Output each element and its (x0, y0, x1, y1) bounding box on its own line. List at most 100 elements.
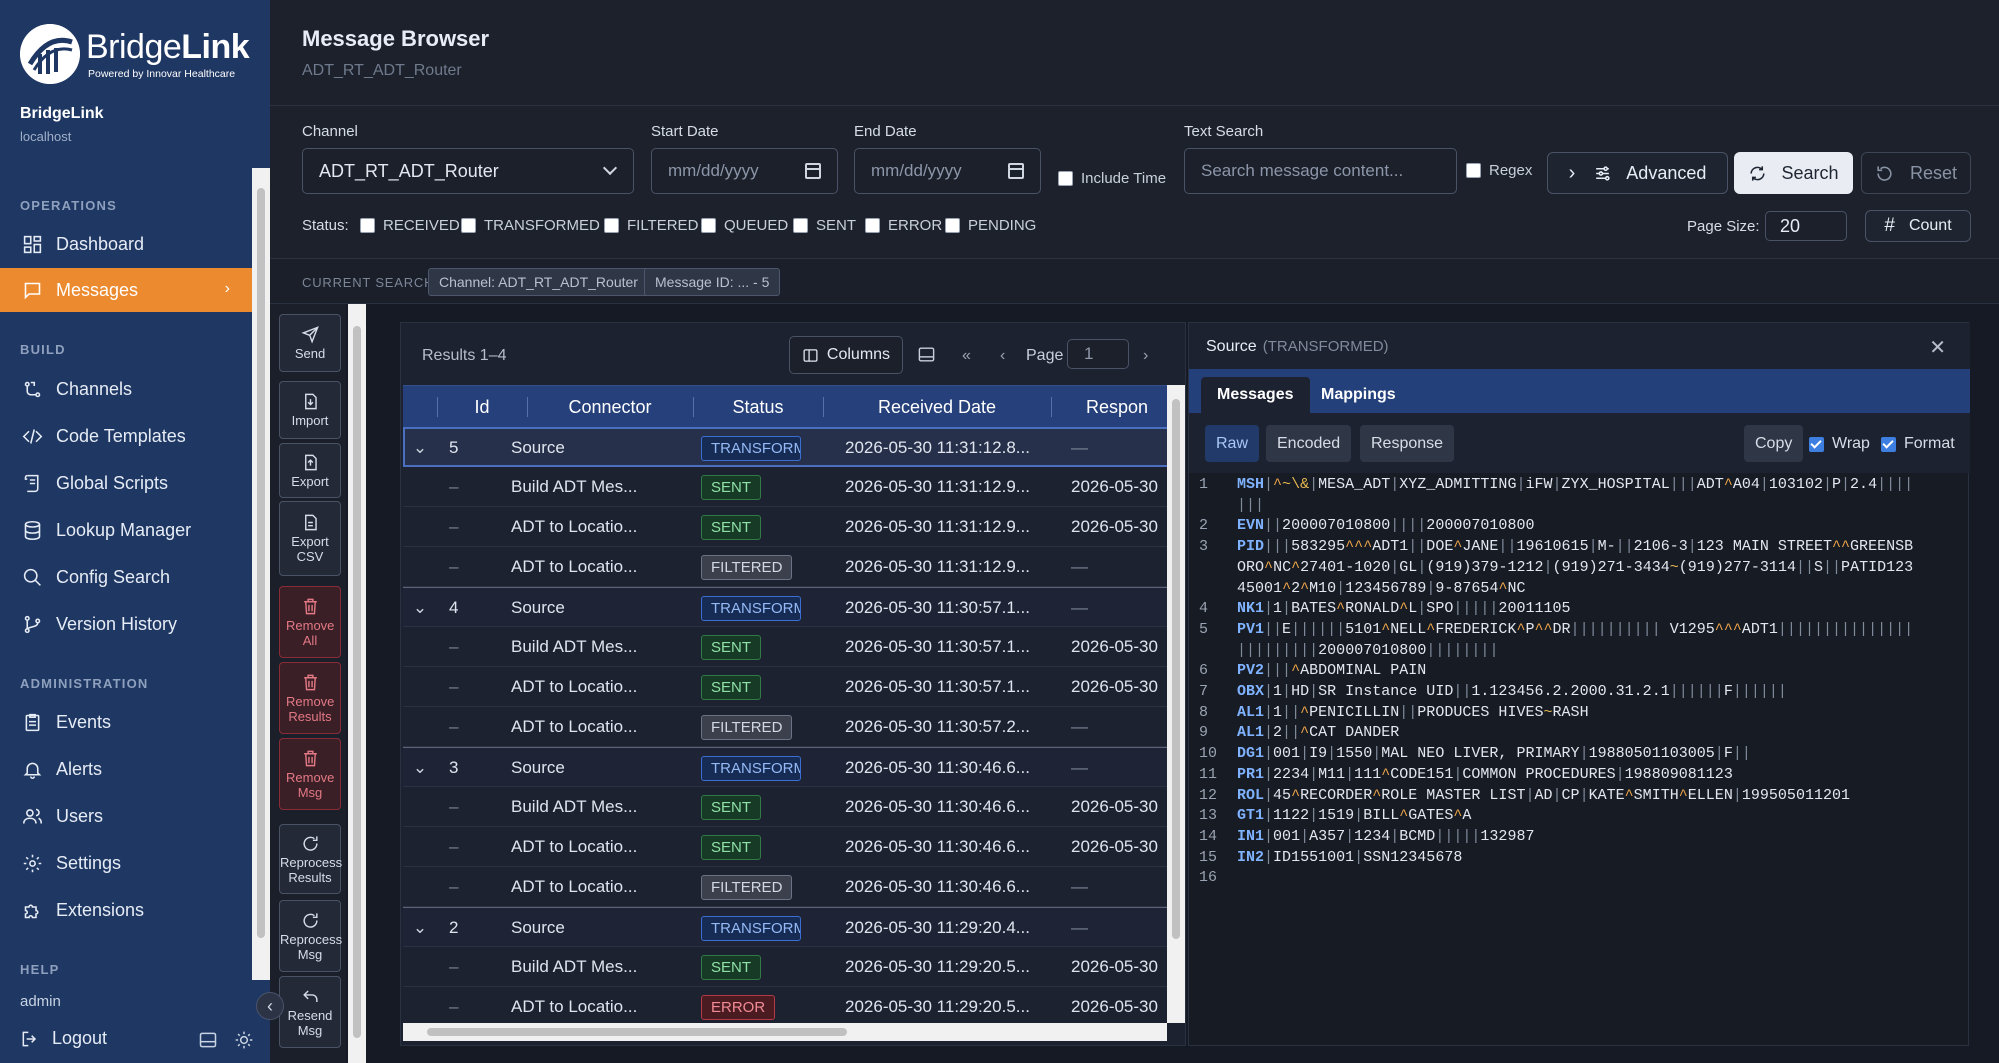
sidebar-item-global-scripts[interactable]: Global Scripts (0, 461, 252, 505)
table-row[interactable]: ⌄ 2 Source TRANSFORMED 2026-05-30 11:29:20.4… (403, 907, 1167, 947)
checkbox-box[interactable] (461, 218, 476, 233)
status-checkbox-filtered[interactable]: FILTERED (604, 217, 698, 234)
end-date-input[interactable]: mm/dd/yyyy (854, 148, 1041, 194)
checkbox-box[interactable] (865, 218, 880, 233)
mode-response-button[interactable]: Response (1360, 425, 1455, 462)
chevron-down-icon[interactable]: ⌄ (403, 908, 437, 948)
table-row[interactable]: – ADT to Locatio... FILTERED 2026-05-30 11:… (403, 707, 1167, 747)
table-row[interactable]: – Build ADT Mes... SENT 2026-05-30 11:30:57… (403, 627, 1167, 667)
logout-button[interactable]: Logout (20, 1028, 107, 1049)
reprocess-results-button[interactable]: Reprocess Results (279, 824, 342, 894)
search-chip-message-id[interactable]: Message ID: ... - 5 (644, 268, 781, 296)
text-search-input[interactable]: Search message content... (1184, 148, 1457, 194)
reprocess-msg-button[interactable]: Reprocess Msg (279, 900, 342, 972)
export-button[interactable]: Export (279, 443, 341, 498)
column-header-received-date[interactable]: Received Date (823, 386, 1051, 428)
table-row[interactable]: ⌄ 4 Source TRANSFORMED 2026-05-30 11:30:57.1… (403, 587, 1167, 627)
prev-page-icon[interactable]: ‹ (1000, 347, 1005, 365)
results-hscroll-thumb[interactable] (427, 1028, 847, 1036)
tab-mappings[interactable]: Mappings (1305, 377, 1412, 413)
table-row[interactable]: ⌄ 5 Source TRANSFORMED 2026-05-30 11:31:12.8… (403, 427, 1167, 467)
status-checkbox-received[interactable]: RECEIVED (360, 217, 460, 234)
table-row[interactable]: – ADT to Locatio... SENT 2026-05-30 11:31:1… (403, 507, 1167, 547)
sidebar-item-alerts[interactable]: Alerts (0, 747, 252, 791)
panel-bottom-icon[interactable] (917, 345, 936, 364)
wrap-checkbox[interactable]: Wrap (1809, 435, 1870, 453)
checkbox-checked[interactable] (1809, 436, 1824, 452)
sidebar-item-messages[interactable]: Messages › (0, 268, 252, 312)
checkbox-box[interactable] (945, 218, 960, 233)
table-row[interactable]: – Build ADT Mes... SENT 2026-05-30 11:29:20… (403, 947, 1167, 987)
sidebar-item-channels[interactable]: Channels (0, 367, 252, 411)
copy-button[interactable]: Copy (1744, 425, 1804, 462)
send-button[interactable]: Send (279, 314, 341, 372)
chevron-down-icon[interactable]: ⌄ (403, 428, 437, 468)
table-row[interactable]: – ADT to Locatio... ERROR 2026-05-30 11:29:… (403, 987, 1167, 1023)
status-checkbox-transformed[interactable]: TRANSFORMED (461, 217, 600, 234)
chevron-down-icon[interactable]: ⌄ (403, 588, 437, 628)
column-header-connector[interactable]: Connector (527, 386, 693, 428)
start-date-input[interactable]: mm/dd/yyyy (651, 148, 838, 194)
sidebar-scroll-thumb[interactable] (257, 188, 265, 938)
resend-msg-button[interactable]: Resend Msg (279, 976, 341, 1048)
checkbox-box[interactable] (604, 218, 619, 233)
hl7-code-view[interactable]: 1 MSH|^~\&|MESA_ADT|XYZ_ADMITTING|iFW|ZYX… (1189, 475, 1970, 886)
export-csv-button[interactable]: Export CSV (279, 501, 341, 576)
panel-layout-icon[interactable] (198, 1030, 218, 1050)
advanced-button[interactable]: › Advanced (1547, 152, 1728, 194)
status-checkbox-sent[interactable]: SENT (793, 217, 856, 234)
column-header-response[interactable]: Respon (1051, 386, 1167, 428)
regex-checkbox[interactable]: Regex (1466, 162, 1532, 179)
status-checkbox-queued[interactable]: QUEUED (701, 217, 788, 234)
first-page-icon[interactable]: « (962, 347, 971, 365)
status-checkbox-error[interactable]: ERROR (865, 217, 942, 234)
checkbox-checked[interactable] (1881, 436, 1896, 452)
channel-select[interactable]: ADT_RT_ADT_Router (302, 148, 634, 194)
remove-all-button[interactable]: Remove All (279, 586, 341, 658)
sidebar-item-code-templates[interactable]: Code Templates (0, 414, 252, 458)
checkbox-box[interactable] (793, 218, 808, 233)
calendar-icon[interactable] (1008, 163, 1024, 179)
table-row[interactable]: – ADT to Locatio... FILTERED 2026-05-30 11:… (403, 867, 1167, 907)
close-icon[interactable]: ✕ (1929, 335, 1946, 360)
sidebar-item-version-history[interactable]: Version History (0, 602, 252, 646)
actions-scrollbar[interactable] (348, 304, 366, 1063)
checkbox-box[interactable] (701, 218, 716, 233)
results-horizontal-scrollbar[interactable] (403, 1023, 1167, 1041)
status-checkbox-pending[interactable]: PENDING (945, 217, 1036, 234)
calendar-icon[interactable] (805, 163, 821, 179)
sidebar-item-settings[interactable]: Settings (0, 841, 252, 885)
sidebar-item-config-search[interactable]: Config Search (0, 555, 252, 599)
columns-button[interactable]: Columns (789, 336, 903, 374)
next-page-icon[interactable]: › (1143, 347, 1148, 365)
checkbox-box[interactable] (360, 218, 375, 233)
table-row[interactable]: – ADT to Locatio... SENT 2026-05-30 11:30:4… (403, 827, 1167, 867)
column-header-id[interactable]: Id (437, 386, 527, 428)
sidebar-item-events[interactable]: Events (0, 700, 252, 744)
select-column-header[interactable] (403, 386, 437, 428)
search-chip-channel[interactable]: Channel: ADT_RT_ADT_Router (428, 268, 649, 296)
mode-encoded-button[interactable]: Encoded (1266, 425, 1352, 462)
import-button[interactable]: Import (279, 381, 341, 439)
mode-raw-button[interactable]: Raw (1205, 425, 1260, 462)
search-button[interactable]: Search (1734, 152, 1853, 194)
results-vertical-scrollbar[interactable] (1167, 385, 1185, 1023)
sidebar-item-users[interactable]: Users (0, 794, 252, 838)
count-button[interactable]: # Count (1865, 210, 1971, 242)
page-size-input[interactable]: 20 (1765, 211, 1847, 241)
results-vscroll-thumb[interactable] (1172, 399, 1180, 939)
page-number-input[interactable]: 1 (1067, 339, 1129, 369)
tab-messages[interactable]: Messages (1201, 377, 1310, 413)
chevron-down-icon[interactable]: ⌄ (403, 748, 437, 788)
column-header-status[interactable]: Status (693, 386, 823, 428)
checkbox-box[interactable] (1058, 171, 1073, 186)
table-row[interactable]: – Build ADT Mes... SENT 2026-05-30 11:30:46… (403, 787, 1167, 827)
table-row[interactable]: ⌄ 3 Source TRANSFORMED 2026-05-30 11:30:46.6… (403, 747, 1167, 787)
table-row[interactable]: – ADT to Locatio... SENT 2026-05-30 11:30:5… (403, 667, 1167, 707)
remove-results-button[interactable]: Remove Results (279, 662, 341, 734)
table-row[interactable]: – ADT to Locatio... FILTERED 2026-05-30 11:… (403, 547, 1167, 587)
reset-button[interactable]: Reset (1861, 152, 1971, 194)
sidebar-scrollbar[interactable] (252, 168, 270, 980)
checkbox-box[interactable] (1466, 163, 1481, 178)
include-time-checkbox[interactable]: Include Time (1058, 170, 1166, 187)
